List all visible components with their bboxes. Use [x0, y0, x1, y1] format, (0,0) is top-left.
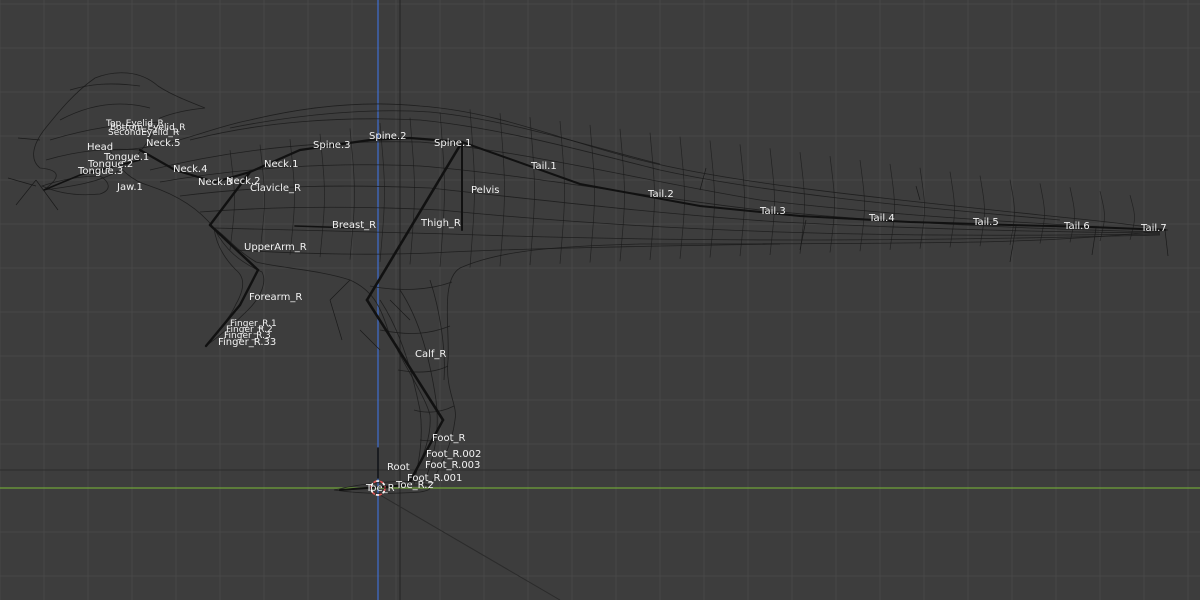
mesh-cross-section: [739, 144, 745, 257]
bone-label-tail7: Tail.7: [1140, 223, 1167, 234]
bone-label-spine1: Spine.1: [434, 138, 472, 149]
bone-label-tongue3: Tongue.3: [77, 166, 123, 177]
viewport-canvas[interactable]: Top_Eyelid_R Bottom_Eyelid_R SecondEyeli…: [0, 0, 1200, 600]
bone-label-neck5: Neck.5: [146, 138, 180, 149]
mesh-line: [149, 141, 1161, 231]
bone-label-root: Root: [387, 462, 410, 473]
bone-label-upperarm: UpperArm_R: [244, 242, 307, 253]
mesh-cross-section: [559, 120, 565, 264]
bone-label-breast: Breast_R: [332, 220, 376, 231]
bone-labels: Top_Eyelid_R Bottom_Eyelid_R SecondEyeli…: [77, 119, 1167, 494]
bone-label-tail4: Tail.4: [868, 213, 895, 224]
bone-label-tail3: Tail.3: [759, 206, 786, 217]
bone-label-tail5: Tail.5: [972, 217, 999, 228]
bone-label-foot002: Foot_R.002: [426, 449, 481, 460]
bone-label-pelvis: Pelvis: [471, 185, 500, 196]
armature[interactable]: [43, 136, 1166, 491]
viewport-grid: [0, 0, 1200, 600]
bone-label-neck1: Neck.1: [264, 159, 298, 170]
mesh-cross-section: [409, 117, 415, 265]
bone-label-calf: Calf_R: [415, 349, 446, 360]
3d-viewport[interactable]: Top_Eyelid_R Bottom_Eyelid_R SecondEyeli…: [0, 0, 1200, 600]
bone-label-tail2: Tail.2: [647, 189, 674, 200]
bone-label-tail6: Tail.6: [1063, 221, 1090, 232]
bone-label-second-eyelid: SecondEyelid_R: [108, 128, 179, 138]
bone-label-neck4: Neck.4: [173, 164, 207, 175]
mesh-cross-section: [979, 175, 985, 247]
mesh-cross-section: [859, 159, 865, 252]
bone-label-clavicle: Clavicle_R: [250, 183, 301, 194]
mesh-line: [379, 299, 422, 485]
mesh-cross-section: [889, 163, 895, 250]
mesh-line: [189, 118, 1061, 221]
bone-label-thigh: Thigh_R: [420, 218, 461, 229]
bone-label-toe: Toe_R: [365, 483, 395, 494]
mesh-cross-section: [679, 136, 685, 259]
bone-label-tail1: Tail.1: [530, 161, 557, 172]
mesh-cross-section: [289, 139, 295, 255]
mesh-cross-section: [829, 156, 835, 253]
bone-label-jaw1: Jaw.1: [116, 182, 143, 193]
mesh-line: [59, 103, 151, 121]
mesh-cross-section: [1039, 183, 1045, 244]
bone-label-forearm: Forearm_R: [249, 292, 302, 303]
mesh-cross-section: [619, 128, 625, 262]
mesh-cross-section: [1069, 187, 1075, 243]
mesh-cross-section: [229, 149, 235, 251]
bone-label-foot: Foot_R: [432, 433, 466, 444]
bone-label-foot003: Foot_R.003: [425, 460, 480, 471]
bone-label-toe2: Toe_R.2: [395, 480, 434, 491]
bone-label-spine2: Spine.2: [369, 131, 407, 142]
mesh-line: [235, 243, 781, 255]
mesh-cross-section: [319, 133, 325, 258]
ground-shadow-line: [379, 494, 561, 600]
mesh-cross-section: [1099, 191, 1105, 242]
bone-label-spine3: Spine.3: [313, 140, 351, 151]
mesh-cross-section: [949, 171, 955, 248]
bone-label-finger-d: Finger_R.33: [218, 337, 276, 348]
mesh-cross-section: [1129, 195, 1135, 240]
mesh-cross-section: [379, 122, 385, 263]
